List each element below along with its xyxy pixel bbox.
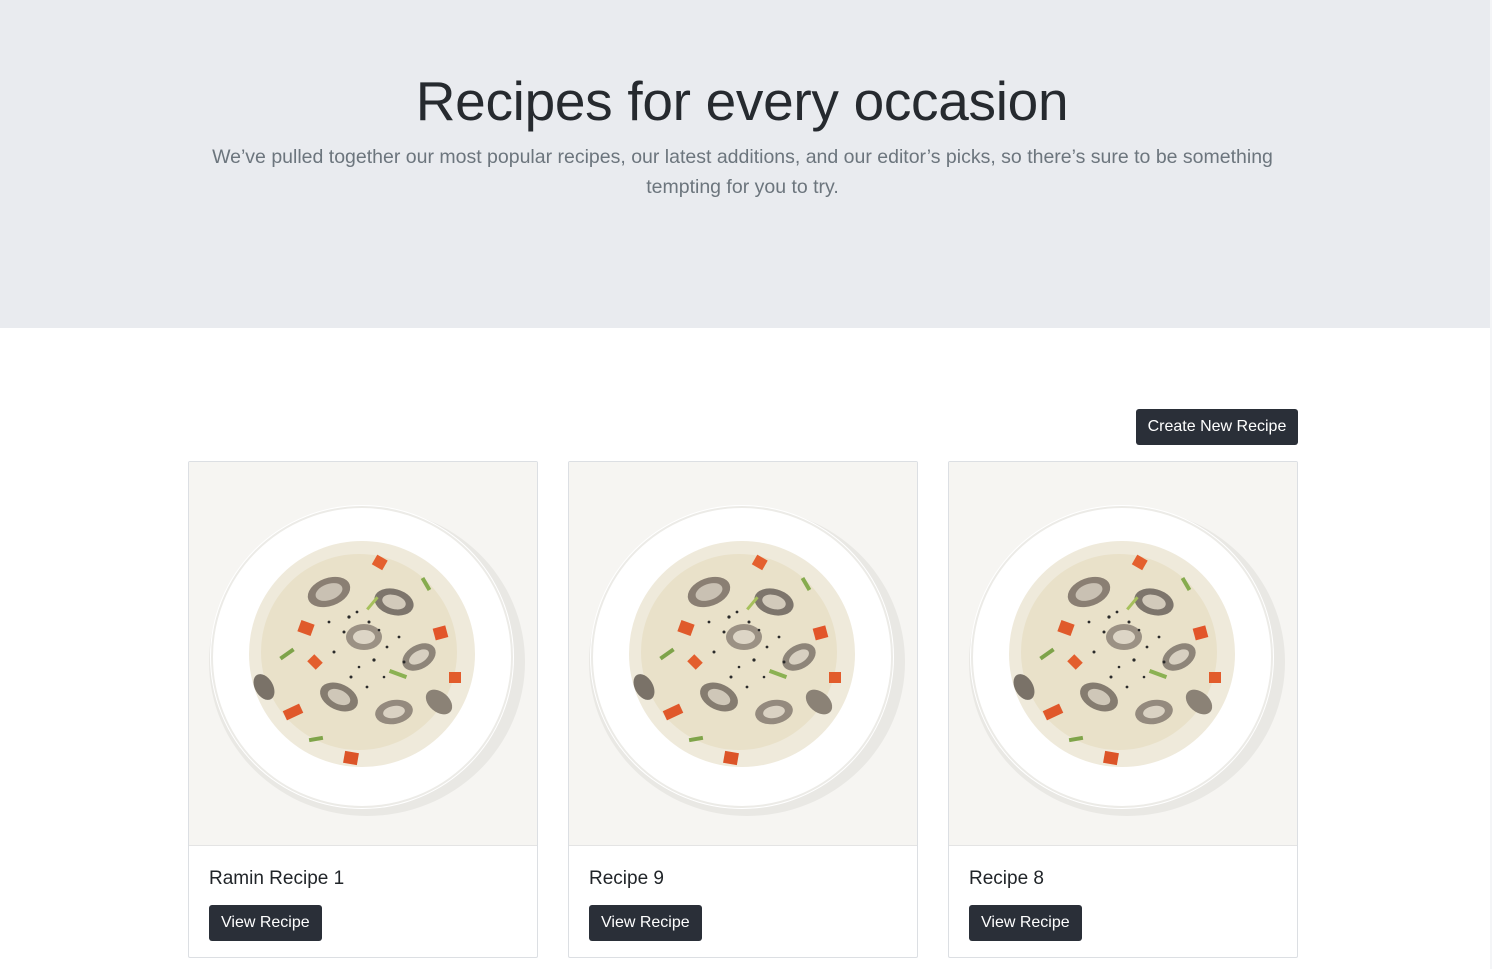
card-body: Recipe 9 View Recipe (569, 866, 917, 941)
page-title: Recipes for every occasion (415, 70, 1069, 132)
hero-jumbotron: Recipes for every occasion We’ve pulled … (0, 0, 1490, 328)
recipe-title: Recipe 9 (589, 868, 664, 889)
view-recipe-button[interactable]: View Recipe (969, 905, 1082, 941)
recipe-card: Recipe 9 View Recipe (568, 461, 918, 958)
card-body: Ramin Recipe 1 View Recipe (189, 866, 537, 941)
view-recipe-button[interactable]: View Recipe (209, 905, 322, 941)
hero-lead-text: We’ve pulled together our most popular r… (212, 146, 1273, 198)
clam-chowder-bowl-image[interactable] (569, 462, 917, 846)
view-recipe-button[interactable]: View Recipe (589, 905, 702, 941)
create-new-recipe-button[interactable]: Create New Recipe (1136, 409, 1298, 445)
clam-chowder-bowl-image[interactable] (189, 462, 537, 846)
recipe-card: Ramin Recipe 1 View Recipe (188, 461, 538, 958)
recipe-title: Ramin Recipe 1 (209, 868, 345, 889)
recipe-card: Recipe 8 View Recipe (948, 461, 1298, 958)
card-body: Recipe 8 View Recipe (949, 866, 1297, 941)
clam-chowder-bowl-image[interactable] (949, 462, 1297, 846)
recipe-title: Recipe 8 (969, 868, 1044, 889)
